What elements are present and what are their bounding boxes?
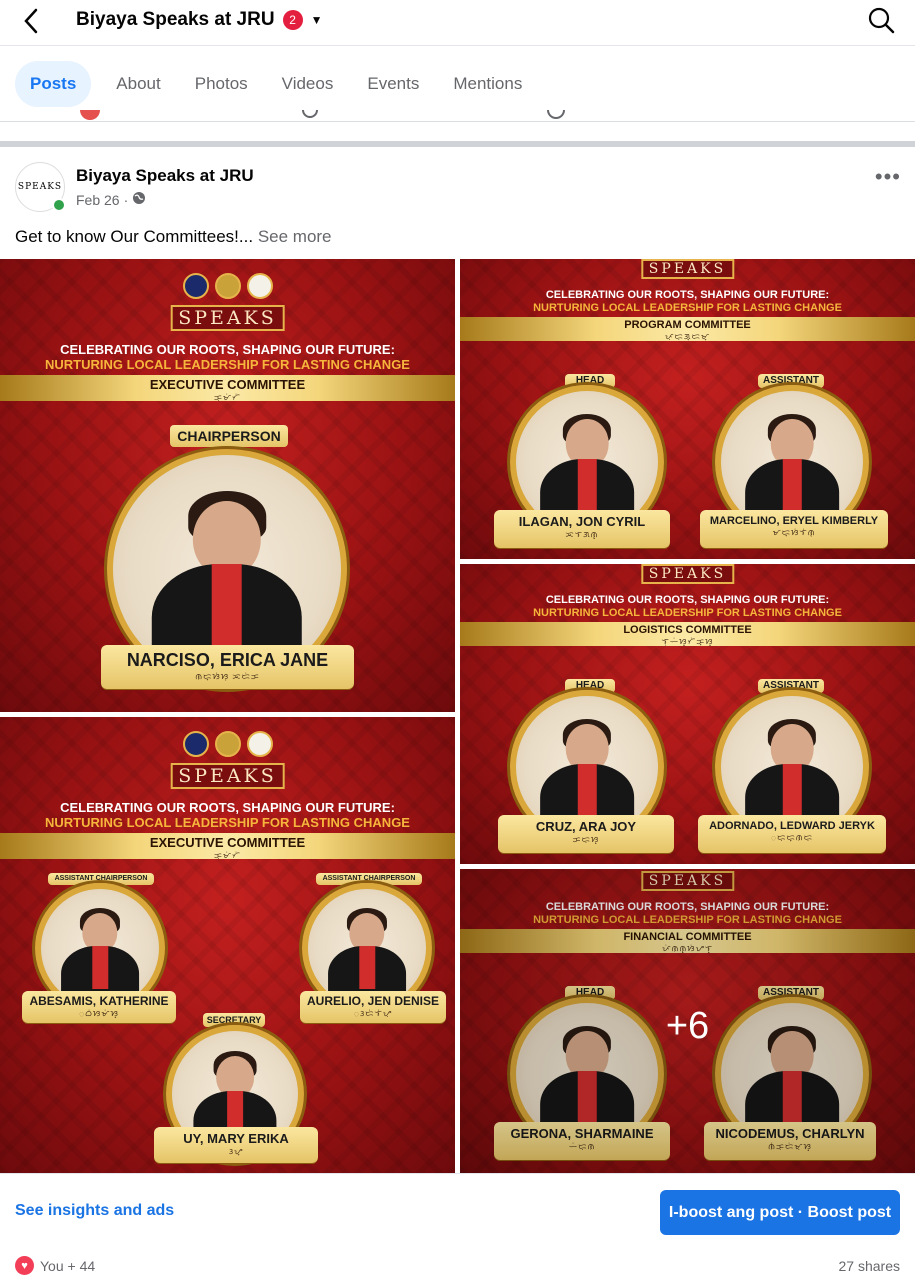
divider xyxy=(0,121,915,122)
person-name: UY, MARY ERIKA xyxy=(183,1131,289,1146)
baybayin-script: ᜃᜓᜋᜒᜆᜒ xyxy=(214,851,241,860)
person-name: AURELIO, JEN DENISE xyxy=(306,994,440,1008)
caption-text: Get to know Our Committees!... xyxy=(15,227,254,246)
name-plate: MARCELINO, ERYEL KIMBERLY ᜋᜇ᜔ᜐᜒᜎᜒᜈᜓ xyxy=(700,510,888,548)
subheadline: NURTURING LOCAL LEADERSHIP FOR LASTING C… xyxy=(45,815,410,830)
baybayin-script: ᜁᜎᜄᜈ᜔ xyxy=(565,530,599,539)
committee-band: PROGRAM COMMITTEE ᜉᜓᜇᜓᜄ᜔ᜇᜋ᜔ xyxy=(460,317,915,341)
online-indicator xyxy=(52,198,66,212)
separator-dot: · xyxy=(123,191,129,208)
baybayin-script: ᜃᜓᜋᜒᜆᜒ xyxy=(214,393,241,402)
speaks-logo: SPEAKS xyxy=(640,259,735,279)
seal-icon xyxy=(214,731,241,757)
name-plate: ADORNADO, LEDWARD JERYK ᜀᜇᜓᜇ᜔ᜈᜇᜓ xyxy=(698,815,886,853)
more-photos-count: +6 xyxy=(665,1005,710,1047)
photo-program-committee[interactable]: SPEAKS CELEBRATING OUR ROOTS, SHAPING OU… xyxy=(460,259,915,559)
heart-icon: ♥ xyxy=(15,1256,34,1275)
boost-post-button[interactable]: I-boost ang post · Boost post xyxy=(660,1190,900,1235)
post-author[interactable]: Biyaya Speaks at JRU xyxy=(76,166,254,186)
headline: CELEBRATING OUR ROOTS, SHAPING OUR FUTUR… xyxy=(545,594,830,606)
seal-logos xyxy=(182,273,273,299)
avatar-logo-text: SPEAKS xyxy=(17,182,63,192)
baybayin-script: ᜀᜂᜇᜒᜎᜒᜌᜓ xyxy=(353,1009,393,1018)
name-plate: CRUZ, ARA JOY ᜃᜇᜓᜐ᜔ xyxy=(498,815,674,853)
person-name: ADORNADO, LEDWARD JERYK xyxy=(709,820,875,832)
photo-logistics-committee[interactable]: SPEAKS CELEBRATING OUR ROOTS, SHAPING OU… xyxy=(460,564,915,864)
committee-band: EXECUTIVE COMMITTEE ᜃᜓᜋᜒᜆᜒ xyxy=(0,833,455,860)
search-icon[interactable] xyxy=(867,6,895,34)
tab-events[interactable]: Events xyxy=(350,61,436,107)
more-options-icon[interactable]: ••• xyxy=(875,164,901,190)
committee-band: EXECUTIVE COMMITTEE ᜃᜓᜋᜒᜆᜒ xyxy=(0,375,455,402)
committee-band: LOGISTICS COMMITTEE ᜎᜓᜑᜒᜐ᜔ᜆᜒᜃ᜔ᜐ᜔ xyxy=(460,622,915,646)
baybayin-script: ᜋᜇ᜔ᜐᜒᜎᜒᜈᜓ xyxy=(772,528,816,537)
seal-logos xyxy=(182,731,273,757)
name-plate: NARCISO, ERICA JANE ᜈᜇ᜔ᜐᜒᜐᜓ ᜁᜇᜒᜃ xyxy=(101,645,354,689)
baybayin-script: ᜈᜇ᜔ᜐᜒᜐᜓ ᜁᜇᜒᜃ xyxy=(195,672,260,681)
tab-posts[interactable]: Posts xyxy=(15,61,92,107)
baybayin-script: ᜃᜇᜓᜐ᜔ xyxy=(572,835,600,844)
person-name: ILAGAN, JON CYRIL xyxy=(518,514,646,529)
tab-videos[interactable]: Videos xyxy=(265,61,351,107)
divider xyxy=(0,1173,915,1174)
see-more-link[interactable]: See more xyxy=(258,227,332,246)
committee-title: EXECUTIVE COMMITTEE xyxy=(149,377,306,392)
baybayin-script: ᜎᜓᜑᜒᜐ᜔ᜆᜒᜃ᜔ᜐ᜔ xyxy=(661,637,714,646)
tab-mentions[interactable]: Mentions xyxy=(436,61,539,107)
chevron-down-icon[interactable]: ▼ xyxy=(311,13,323,27)
headline: CELEBRATING OUR ROOTS, SHAPING OUR FUTUR… xyxy=(60,800,395,815)
globe-icon xyxy=(132,191,146,208)
back-arrow-icon[interactable] xyxy=(18,6,44,36)
notification-badge: 2 xyxy=(282,10,303,30)
seal-icon xyxy=(246,273,273,299)
name-plate: ABESAMIS, KATHERINE ᜀᜊᜒᜐᜋᜒᜐ᜔ xyxy=(22,991,176,1023)
subheadline: NURTURING LOCAL LEADERSHIP FOR LASTING C… xyxy=(533,302,842,314)
post-caption: Get to know Our Committees!... See more xyxy=(15,227,332,247)
speaks-logo: SPEAKS xyxy=(170,763,285,789)
subheadline: NURTURING LOCAL LEADERSHIP FOR LASTING C… xyxy=(45,357,410,372)
committee-title: PROGRAM COMMITTEE xyxy=(624,319,751,331)
reactions-count: You + 44 xyxy=(40,1257,96,1274)
profile-tabs: Posts About Photos Videos Events Mention… xyxy=(0,60,915,108)
baybayin-script: ᜂᜌ᜔ xyxy=(228,1147,244,1156)
reactions-summary[interactable]: ♥ You + 44 xyxy=(15,1256,95,1275)
name-plate: UY, MARY ERIKA ᜂᜌ᜔ xyxy=(154,1127,318,1163)
see-insights-link[interactable]: See insights and ads xyxy=(15,1202,174,1220)
subheadline: NURTURING LOCAL LEADERSHIP FOR LASTING C… xyxy=(533,607,842,619)
role-tag: CHAIRPERSON xyxy=(170,425,288,447)
name-plate: AURELIO, JEN DENISE ᜀᜂᜇᜒᜎᜒᜌᜓ xyxy=(300,991,446,1023)
person-name: MARCELINO, ERYEL KIMBERLY xyxy=(709,515,879,527)
baybayin-script: ᜀᜇᜓᜇ᜔ᜈᜇᜓ xyxy=(771,833,813,842)
post-meta: Feb 26 · xyxy=(76,191,146,208)
photo-executive-assistants[interactable]: SPEAKS CELEBRATING OUR ROOTS, SHAPING OU… xyxy=(0,717,455,1173)
photo-grid: SPEAKS CELEBRATING OUR ROOTS, SHAPING OU… xyxy=(0,259,915,1173)
top-bar: Biyaya Speaks at JRU 2 ▼ xyxy=(0,0,915,46)
speaks-logo: SPEAKS xyxy=(170,305,285,331)
committee-title: LOGISTICS COMMITTEE xyxy=(623,624,752,636)
person-name: CRUZ, ARA JOY xyxy=(535,819,637,834)
committee-title: EXECUTIVE COMMITTEE xyxy=(149,835,306,850)
page-name: Biyaya Speaks at JRU xyxy=(76,9,275,30)
seal-icon xyxy=(182,273,209,299)
post-date[interactable]: Feb 26 xyxy=(76,192,120,208)
section-divider xyxy=(0,141,915,147)
shares-count[interactable]: 27 shares xyxy=(839,1258,900,1274)
name-plate: ILAGAN, JON CYRIL ᜁᜎᜄᜈ᜔ xyxy=(494,510,670,548)
photo-chairperson[interactable]: SPEAKS CELEBRATING OUR ROOTS, SHAPING OU… xyxy=(0,259,455,712)
tab-photos[interactable]: Photos xyxy=(178,61,265,107)
tab-about[interactable]: About xyxy=(99,61,177,107)
seal-icon xyxy=(182,731,209,757)
more-photos-overlay[interactable]: +6 xyxy=(460,869,915,1173)
page-title[interactable]: Biyaya Speaks at JRU 2 ▼ xyxy=(76,9,322,31)
seal-icon xyxy=(214,273,241,299)
headline: CELEBRATING OUR ROOTS, SHAPING OUR FUTUR… xyxy=(545,289,830,301)
headline: CELEBRATING OUR ROOTS, SHAPING OUR FUTUR… xyxy=(60,342,395,357)
seal-icon xyxy=(246,731,273,757)
speaks-logo: SPEAKS xyxy=(640,564,735,584)
person-name: NARCISO, ERICA JANE xyxy=(126,650,329,670)
person-name: ABESAMIS, KATHERINE xyxy=(29,994,169,1008)
baybayin-script: ᜉᜓᜇᜓᜄ᜔ᜇᜋ᜔ xyxy=(664,332,711,341)
baybayin-script: ᜀᜊᜒᜐᜋᜒᜐ᜔ xyxy=(79,1009,119,1018)
